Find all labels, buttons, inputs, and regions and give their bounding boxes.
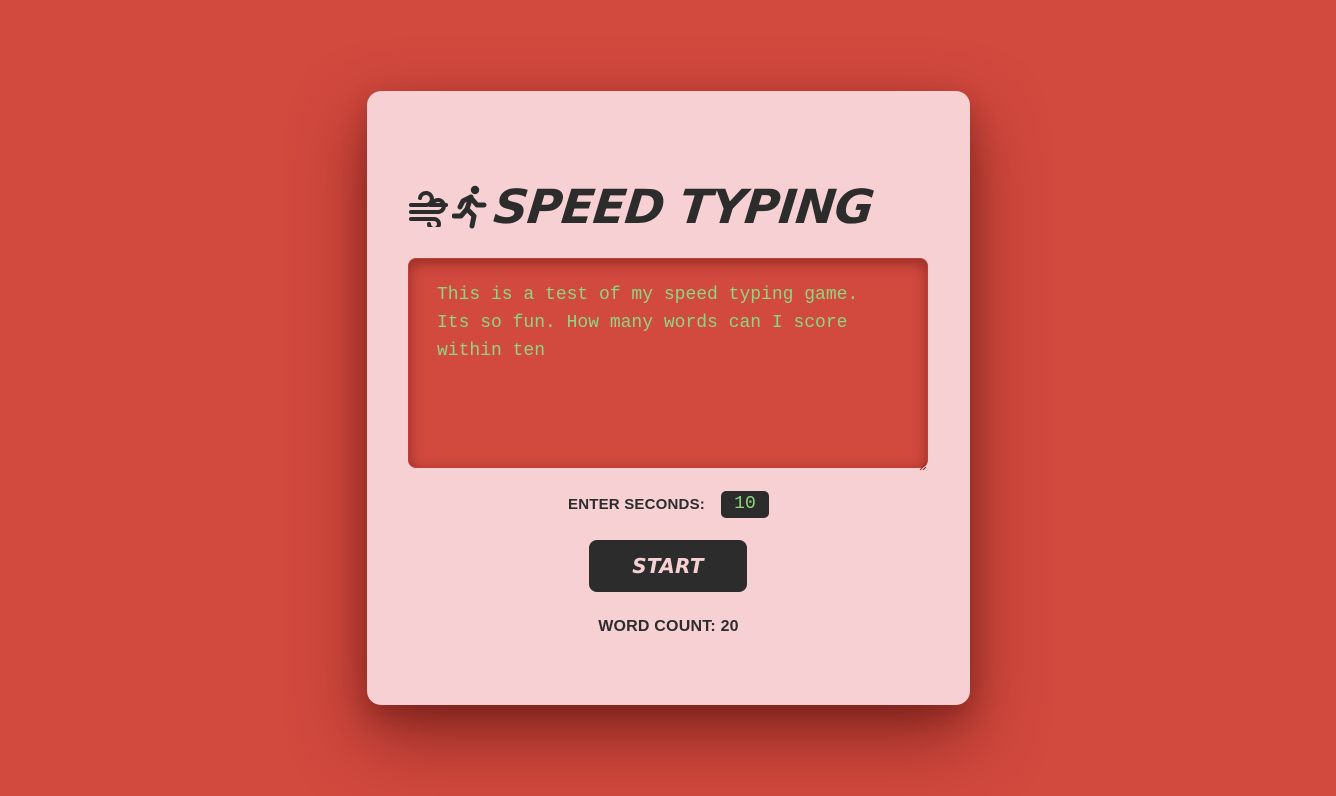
running-person-icon xyxy=(452,185,490,229)
title-row: SPEED TYPING xyxy=(408,179,928,235)
seconds-input[interactable] xyxy=(720,490,769,518)
game-card: SPEED TYPING This is a test of my speed … xyxy=(367,91,970,705)
start-button[interactable]: START xyxy=(589,540,747,592)
typing-textarea[interactable]: This is a test of my speed typing game. … xyxy=(408,258,928,468)
seconds-row: ENTER SECONDS: xyxy=(367,490,970,518)
title-icons xyxy=(408,185,490,229)
wind-icon xyxy=(408,187,452,227)
resize-handle-icon[interactable] xyxy=(919,458,927,471)
word-count: WORD COUNT: 20 xyxy=(598,618,739,635)
seconds-label: ENTER SECONDS: xyxy=(568,495,705,513)
page-title: SPEED TYPING xyxy=(491,179,877,235)
